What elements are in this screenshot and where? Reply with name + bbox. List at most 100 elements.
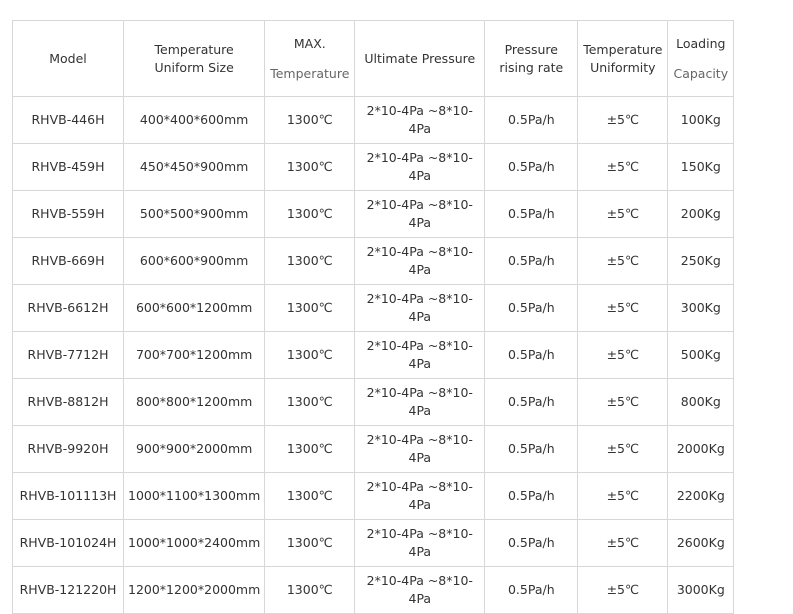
header-uniform-size-line1: Temperature — [154, 41, 234, 57]
max-temperature-cell: 1300℃ — [264, 237, 356, 285]
header-max-temperature: MAX. Temperature — [264, 20, 356, 97]
ultimate-pressure-cell: 2*10-4Pa ~8*10- 4Pa — [354, 425, 486, 473]
header-model: Model — [12, 20, 124, 97]
temperature-uniformity-cell: ±5℃ — [577, 237, 669, 285]
table-row: RHVB-101113H 1000*1100*1300mm 1300℃ 2*10-4P… — [12, 472, 735, 520]
model-cell: RHVB-559H — [12, 190, 124, 238]
header-rising-line2: rising rate — [499, 59, 564, 75]
temperature-uniformity-cell: ±5℃ — [577, 566, 669, 614]
uniform-size-cell: 600*600*900mm — [122, 237, 266, 285]
max-temperature-cell: 1300℃ — [264, 331, 356, 379]
header-rising-line1: Pressure — [504, 41, 558, 57]
header-uniformity-line1: Temperature — [583, 41, 663, 57]
max-temperature-cell: 1300℃ — [264, 284, 356, 332]
ultimate-pressure-line1: 2*10-4Pa ~8*10- — [366, 526, 473, 541]
rising-rate-cell: 0.5Pa/h — [484, 284, 579, 332]
rising-rate-cell: 0.5Pa/h — [484, 190, 579, 238]
rising-rate-cell: 0.5Pa/h — [484, 237, 579, 285]
temperature-uniformity-cell: ±5℃ — [577, 378, 669, 426]
ultimate-pressure-cell: 2*10-4Pa ~8*10- 4Pa — [354, 143, 486, 191]
loading-capacity-cell: 100Kg — [667, 96, 735, 144]
table-row: RHVB-459H 450*450*900mm 1300℃ 2*10-4Pa ~8*1… — [12, 143, 735, 191]
header-loading-capacity: Loading Capacity — [667, 20, 735, 97]
loading-capacity-cell: 2600Kg — [667, 519, 735, 567]
table-row: RHVB-101024H 1000*1000*2400mm 1300℃ 2*10-4P… — [12, 519, 735, 567]
max-temperature-cell: 1300℃ — [264, 96, 356, 144]
rising-rate-cell: 0.5Pa/h — [484, 519, 579, 567]
ultimate-pressure-line2: 4Pa — [408, 356, 432, 371]
loading-capacity-cell: 500Kg — [667, 331, 735, 379]
ultimate-pressure-line2: 4Pa — [408, 403, 432, 418]
model-cell: RHVB-7712H — [12, 331, 124, 379]
model-cell: RHVB-121220H — [12, 566, 124, 614]
ultimate-pressure-line1: 2*10-4Pa ~8*10- — [366, 103, 473, 118]
ultimate-pressure-cell: 2*10-4Pa ~8*10- 4Pa — [354, 519, 486, 567]
rising-rate-cell: 0.5Pa/h — [484, 143, 579, 191]
rising-rate-cell: 0.5Pa/h — [484, 331, 579, 379]
table-row: RHVB-7712H 700*700*1200mm 1300℃ 2*10-4Pa ~8… — [12, 331, 735, 379]
model-cell: RHVB-6612H — [12, 284, 124, 332]
ultimate-pressure-cell: 2*10-4Pa ~8*10- 4Pa — [354, 331, 486, 379]
ultimate-pressure-line1: 2*10-4Pa ~8*10- — [366, 432, 473, 447]
loading-capacity-cell: 250Kg — [667, 237, 735, 285]
max-temperature-cell: 1300℃ — [264, 519, 356, 567]
ultimate-pressure-line1: 2*10-4Pa ~8*10- — [366, 150, 473, 165]
model-cell: RHVB-9920H — [12, 425, 124, 473]
temperature-uniformity-cell: ±5℃ — [577, 96, 669, 144]
ultimate-pressure-cell: 2*10-4Pa ~8*10- 4Pa — [354, 284, 486, 332]
header-uniformity-line2: Uniformity — [590, 59, 656, 75]
uniform-size-cell: 1000*1100*1300mm — [122, 472, 266, 520]
ultimate-pressure-line2: 4Pa — [408, 215, 432, 230]
table-row: RHVB-8812H 800*800*1200mm 1300℃ 2*10-4Pa ~8… — [12, 378, 735, 426]
uniform-size-cell: 900*900*2000mm — [122, 425, 266, 473]
loading-capacity-cell: 2000Kg — [667, 425, 735, 473]
temperature-uniformity-cell: ±5℃ — [577, 284, 669, 332]
header-rising-rate: Pressure rising rate — [484, 20, 579, 97]
ultimate-pressure-line1: 2*10-4Pa ~8*10- — [366, 197, 473, 212]
table-row: RHVB-9920H 900*900*2000mm 1300℃ 2*10-4Pa ~8… — [12, 425, 735, 473]
uniform-size-cell: 700*700*1200mm — [122, 331, 266, 379]
ultimate-pressure-line1: 2*10-4Pa ~8*10- — [366, 291, 473, 306]
header-max-line1: MAX. — [293, 35, 326, 51]
uniform-size-cell: 800*800*1200mm — [122, 378, 266, 426]
ultimate-pressure-line1: 2*10-4Pa ~8*10- — [366, 385, 473, 400]
ultimate-pressure-cell: 2*10-4Pa ~8*10- 4Pa — [354, 237, 486, 285]
header-max-line2: Temperature — [270, 65, 350, 81]
ultimate-pressure-cell: 2*10-4Pa ~8*10- 4Pa — [354, 190, 486, 238]
max-temperature-cell: 1300℃ — [264, 190, 356, 238]
ultimate-pressure-line2: 4Pa — [408, 450, 432, 465]
ultimate-pressure-line2: 4Pa — [408, 591, 432, 606]
header-row: Model Temperature Uniform Size MAX. Temp… — [12, 20, 735, 97]
loading-capacity-cell: 150Kg — [667, 143, 735, 191]
header-uniform-size: Temperature Uniform Size — [122, 20, 266, 97]
temperature-uniformity-cell: ±5℃ — [577, 143, 669, 191]
max-temperature-cell: 1300℃ — [264, 143, 356, 191]
ultimate-pressure-line1: 2*10-4Pa ~8*10- — [366, 573, 473, 588]
rising-rate-cell: 0.5Pa/h — [484, 378, 579, 426]
uniform-size-cell: 500*500*900mm — [122, 190, 266, 238]
temperature-uniformity-cell: ±5℃ — [577, 425, 669, 473]
loading-capacity-cell: 300Kg — [667, 284, 735, 332]
loading-capacity-cell: 2200Kg — [667, 472, 735, 520]
ultimate-pressure-line2: 4Pa — [408, 309, 432, 324]
model-cell: RHVB-446H — [12, 96, 124, 144]
model-cell: RHVB-101024H — [12, 519, 124, 567]
table-row: RHVB-559H 500*500*900mm 1300℃ 2*10-4Pa ~8*1… — [12, 190, 735, 238]
loading-capacity-cell: 800Kg — [667, 378, 735, 426]
rising-rate-cell: 0.5Pa/h — [484, 425, 579, 473]
temperature-uniformity-cell: ±5℃ — [577, 519, 669, 567]
max-temperature-cell: 1300℃ — [264, 472, 356, 520]
max-temperature-cell: 1300℃ — [264, 566, 356, 614]
ultimate-pressure-line1: 2*10-4Pa ~8*10- — [366, 244, 473, 259]
uniform-size-cell: 600*600*1200mm — [122, 284, 266, 332]
ultimate-pressure-line2: 4Pa — [408, 121, 432, 136]
model-cell: RHVB-669H — [12, 237, 124, 285]
table-row: RHVB-446H 400*400*600mm 1300℃ 2*10-4Pa ~8*1… — [12, 96, 735, 144]
table-row: RHVB-6612H 600*600*1200mm 1300℃ 2*10-4Pa ~8… — [12, 284, 735, 332]
ultimate-pressure-cell: 2*10-4Pa ~8*10- 4Pa — [354, 378, 486, 426]
rising-rate-cell: 0.5Pa/h — [484, 472, 579, 520]
ultimate-pressure-line1: 2*10-4Pa ~8*10- — [366, 479, 473, 494]
model-cell: RHVB-101113H — [12, 472, 124, 520]
header-ultimate-pressure: Ultimate Pressure — [354, 20, 486, 97]
uniform-size-cell: 1200*1200*2000mm — [122, 566, 266, 614]
